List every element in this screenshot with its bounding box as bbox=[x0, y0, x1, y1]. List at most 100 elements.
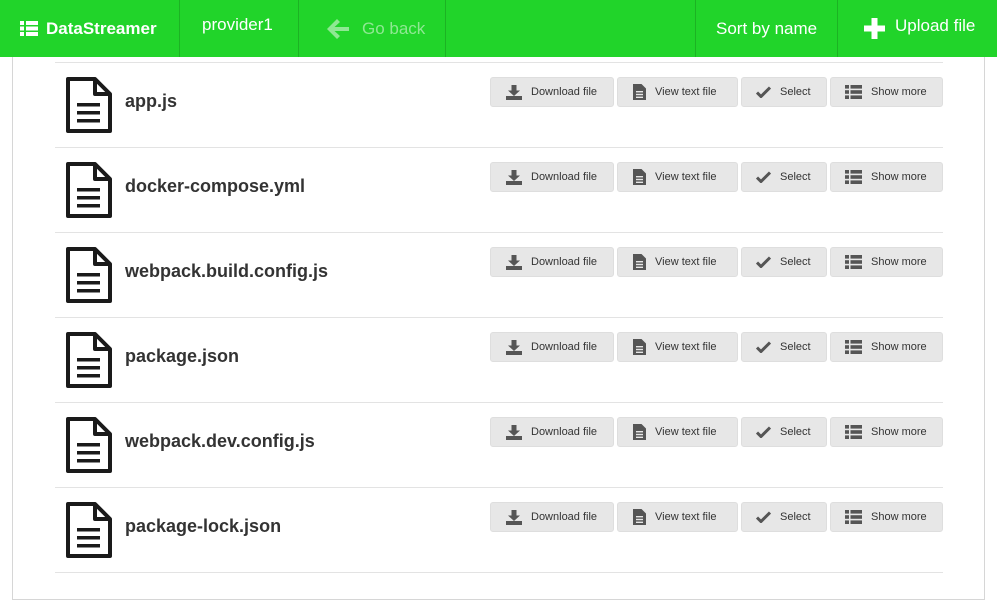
show-more-button[interactable]: Show more bbox=[830, 332, 943, 362]
document-icon bbox=[633, 424, 646, 440]
list-icon bbox=[845, 255, 862, 269]
download-icon bbox=[506, 254, 522, 270]
list-icon bbox=[845, 170, 862, 184]
top-nav-bar: DataStreamer provider1 Go back Sort by n… bbox=[0, 0, 997, 57]
view-label: View text file bbox=[655, 171, 717, 183]
select-button[interactable]: Select bbox=[741, 417, 827, 447]
file-name: app.js bbox=[125, 91, 178, 111]
file-name: package-lock.json bbox=[125, 516, 282, 536]
document-icon bbox=[633, 339, 646, 355]
download-label: Download file bbox=[531, 86, 598, 98]
document-icon bbox=[633, 509, 646, 525]
view-label: View text file bbox=[655, 256, 717, 268]
select-label: Select bbox=[780, 341, 811, 353]
show-more-label: Show more bbox=[871, 256, 927, 268]
file-name: webpack.dev.config.js bbox=[125, 431, 315, 451]
checkmark-icon bbox=[756, 86, 771, 98]
download-file-button[interactable]: Download file bbox=[490, 77, 614, 107]
select-label: Select bbox=[780, 256, 811, 268]
go-back-button[interactable]: Go back bbox=[300, 0, 446, 57]
select-label: Select bbox=[780, 511, 811, 523]
select-button[interactable]: Select bbox=[741, 502, 827, 532]
document-icon bbox=[633, 254, 646, 270]
view-text-file-button[interactable]: View text file bbox=[617, 162, 738, 192]
upload-file-button[interactable]: Upload file bbox=[839, 0, 997, 57]
brand-link[interactable]: DataStreamer bbox=[0, 0, 180, 57]
file-name: docker-compose.yml bbox=[125, 176, 306, 196]
download-icon bbox=[506, 339, 522, 355]
download-file-button[interactable]: Download file bbox=[490, 417, 614, 447]
sort-label: Sort by name bbox=[716, 18, 818, 38]
view-label: View text file bbox=[655, 511, 717, 523]
show-more-label: Show more bbox=[871, 341, 927, 353]
show-more-button[interactable]: Show more bbox=[830, 502, 943, 532]
show-more-button[interactable]: Show more bbox=[830, 77, 943, 107]
file-text-icon bbox=[64, 247, 112, 303]
view-text-file-button[interactable]: View text file bbox=[617, 502, 738, 532]
list-icon bbox=[845, 425, 862, 439]
select-button[interactable]: Select bbox=[741, 247, 827, 277]
file-row: docker-compose.yml Download file View text… bbox=[55, 148, 943, 233]
download-icon bbox=[506, 169, 522, 185]
list-icon bbox=[20, 21, 38, 36]
view-text-file-button[interactable]: View text file bbox=[617, 332, 738, 362]
file-text-icon bbox=[64, 77, 112, 133]
download-label: Download file bbox=[531, 426, 598, 438]
show-more-label: Show more bbox=[871, 171, 927, 183]
select-button[interactable]: Select bbox=[741, 332, 827, 362]
list-icon bbox=[845, 510, 862, 524]
download-label: Download file bbox=[531, 171, 598, 183]
file-row: app.js Download file View text file Select S… bbox=[55, 63, 943, 148]
go-back-label: Go back bbox=[362, 18, 426, 38]
checkmark-icon bbox=[756, 511, 771, 523]
document-icon bbox=[633, 84, 646, 100]
download-file-button[interactable]: Download file bbox=[490, 162, 614, 192]
show-more-label: Show more bbox=[871, 426, 927, 438]
view-label: View text file bbox=[655, 341, 717, 353]
file-row: webpack.build.config.js Download file View… bbox=[55, 233, 943, 318]
download-label: Download file bbox=[531, 511, 598, 523]
checkmark-icon bbox=[756, 256, 771, 268]
select-button[interactable]: Select bbox=[741, 162, 827, 192]
show-more-button[interactable]: Show more bbox=[830, 247, 943, 277]
download-icon bbox=[506, 84, 522, 100]
download-file-button[interactable]: Download file bbox=[490, 332, 614, 362]
select-label: Select bbox=[780, 171, 811, 183]
document-icon bbox=[633, 169, 646, 185]
download-file-button[interactable]: Download file bbox=[490, 247, 614, 277]
checkmark-icon bbox=[756, 171, 771, 183]
download-icon bbox=[506, 424, 522, 440]
file-row: package.json Download file View text file S… bbox=[55, 318, 943, 403]
brand-label: DataStreamer bbox=[46, 18, 157, 38]
arrow-left-icon bbox=[326, 18, 350, 40]
download-label: Download file bbox=[531, 256, 598, 268]
select-label: Select bbox=[780, 86, 811, 98]
view-text-file-button[interactable]: View text file bbox=[617, 77, 738, 107]
file-name: package.json bbox=[125, 346, 240, 366]
select-label: Select bbox=[780, 426, 811, 438]
file-text-icon bbox=[64, 417, 112, 473]
file-text-icon bbox=[64, 162, 112, 218]
download-file-button[interactable]: Download file bbox=[490, 502, 614, 532]
view-label: View text file bbox=[655, 426, 717, 438]
file-text-icon bbox=[64, 332, 112, 388]
file-row: webpack.dev.config.js Download file View t… bbox=[55, 403, 943, 488]
checkmark-icon bbox=[756, 426, 771, 438]
show-more-label: Show more bbox=[871, 511, 927, 523]
list-icon bbox=[845, 340, 862, 354]
provider-label: provider1 bbox=[202, 15, 273, 34]
file-row: package-lock.json Download file View text … bbox=[55, 488, 943, 573]
view-text-file-button[interactable]: View text file bbox=[617, 417, 738, 447]
file-name: webpack.build.config.js bbox=[125, 261, 329, 281]
show-more-button[interactable]: Show more bbox=[830, 417, 943, 447]
select-button[interactable]: Select bbox=[741, 77, 827, 107]
download-label: Download file bbox=[531, 341, 598, 353]
show-more-button[interactable]: Show more bbox=[830, 162, 943, 192]
checkmark-icon bbox=[756, 341, 771, 353]
show-more-label: Show more bbox=[871, 86, 927, 98]
file-text-icon bbox=[64, 502, 112, 558]
provider-link[interactable]: provider1 bbox=[181, 0, 299, 57]
view-text-file-button[interactable]: View text file bbox=[617, 247, 738, 277]
list-icon bbox=[845, 85, 862, 99]
sort-by-name-button[interactable]: Sort by name bbox=[695, 0, 838, 57]
